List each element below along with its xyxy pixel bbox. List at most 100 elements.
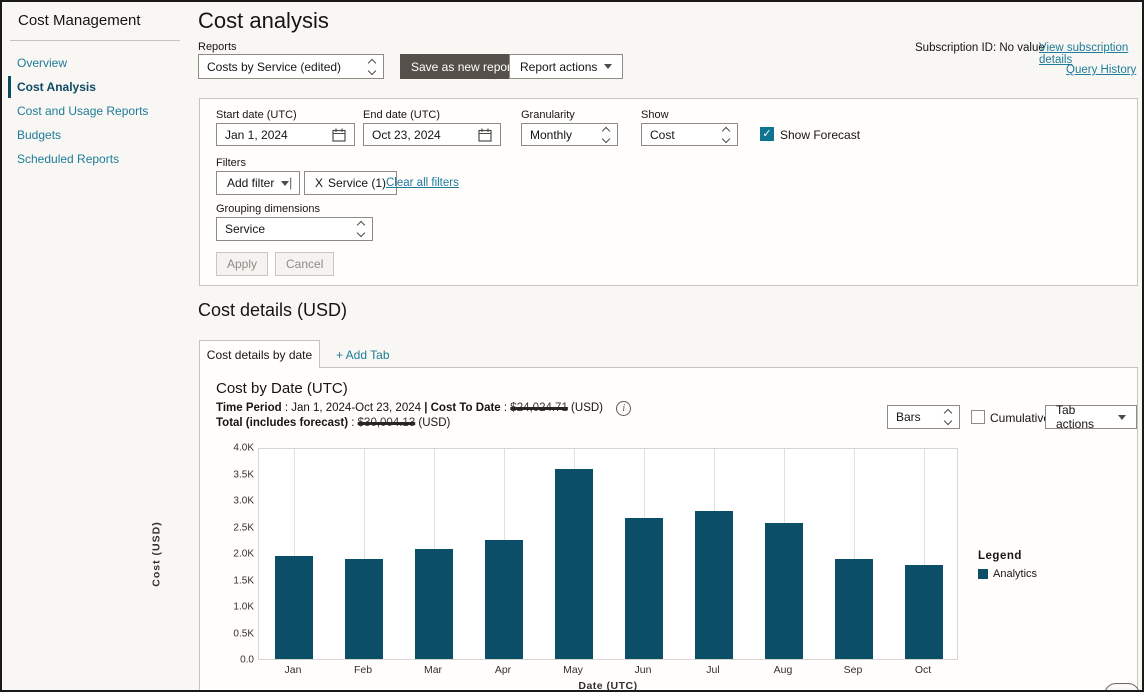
y-tick-label: 2.0K [233,548,254,560]
bar-oct[interactable] [905,565,943,659]
start-date-input[interactable]: Jan 1, 2024 [216,123,355,146]
sidebar-item-cost-usage-reports[interactable]: Cost and Usage Reports [8,100,148,122]
select-stepper-icon [943,408,953,426]
granularity-label: Granularity [521,109,575,121]
time-period-value: Jan 1, 2024-Oct 23, 2024 [291,402,422,414]
tab-cost-details-by-date[interactable]: Cost details by date [199,340,320,368]
cost-management-window: Cost Management Overview Cost Analysis C… [0,0,1144,692]
sidebar-divider [10,40,180,41]
plot-area[interactable] [258,448,958,660]
filters-panel: Start date (UTC) Jan 1, 2024 End date (U… [199,98,1138,286]
x-tick-label: Aug [773,664,793,676]
end-date-label: End date (UTC) [363,109,441,121]
bar-sep[interactable] [835,559,873,659]
x-tick-label: Oct [914,664,932,676]
y-tick-label: 0.5K [233,628,254,640]
legend-item-label: Analytics [993,568,1038,580]
chevron-down-icon [604,64,613,69]
x-tick-label: Apr [494,664,512,676]
sidebar-item-budgets[interactable]: Budgets [8,124,61,146]
cumulative-checkbox[interactable] [971,410,985,424]
cumulative-label: Cumulative [990,411,1051,425]
remove-filter-icon[interactable]: X [315,176,323,190]
tab-actions-button[interactable]: Tab actions [1045,403,1137,431]
bar-jul[interactable] [695,511,733,659]
select-stepper-icon [356,220,366,238]
report-actions-button[interactable]: Report actions [509,54,624,79]
sidebar-item-scheduled-reports[interactable]: Scheduled Reports [8,148,119,170]
legend-swatch-icon [978,569,988,579]
end-date-input[interactable]: Oct 23, 2024 [363,123,501,146]
sidebar-item-overview[interactable]: Overview [8,52,67,74]
bar-jan[interactable] [275,556,313,659]
x-tick-label: Sep [843,664,863,676]
add-tab-link[interactable]: + Add Tab [336,348,390,362]
subscription-id-text: Subscription ID: No value [915,42,1045,54]
y-tick-label: 0.0 [240,654,254,666]
y-tick-label: 2.5K [233,522,254,534]
reports-select-value: Costs by Service (edited) [207,59,342,74]
clear-all-filters-link[interactable]: Clear all filters [386,177,459,189]
bar-may[interactable] [555,469,593,659]
x-tick-label: Feb [353,664,373,676]
bar-aug[interactable] [765,523,803,659]
show-select[interactable]: Cost [641,123,738,146]
total-forecast-label: Total (includes forecast) [216,417,349,429]
filter-divider: | [289,175,293,190]
y-tick-label: 1.5K [233,575,254,587]
y-tick-label: 4.0K [233,442,254,454]
bar-mar[interactable] [415,549,453,659]
sidebar-title: Cost Management [18,12,141,29]
show-forecast-checkbox[interactable]: ✓ [760,127,774,141]
legend-item: Analytics [978,568,1037,580]
chart-meta-line2: Total (includes forecast) : $30,004.13 (… [216,417,451,429]
x-axis-title: Date (UTC) [578,680,638,692]
calendar-icon[interactable] [332,128,346,142]
cost-to-date-label: Cost To Date [430,402,501,414]
x-tick-label: Jun [634,664,652,676]
view-subscription-details-link[interactable]: View subscription details [1039,42,1142,66]
x-tick-label: May [563,664,583,676]
y-axis-title: Cost (USD) [150,521,163,587]
chart-title: Cost by Date (UTC) [216,380,348,397]
grouping-dimensions-label: Grouping dimensions [216,203,320,215]
cost-to-date-value: $24,024.71 [510,402,568,414]
chart-type-select[interactable]: Bars [887,405,960,429]
save-as-new-report-button[interactable]: Save as new report [400,54,526,79]
legend-title: Legend [978,550,1022,562]
x-tick-label: Mar [423,664,443,676]
time-period-label: Time Period [216,402,282,414]
chart-meta-line1: Time Period : Jan 1, 2024-Oct 23, 2024 |… [216,401,632,416]
page-title: Cost analysis [198,8,329,33]
bar-apr[interactable] [485,540,523,659]
y-tick-label: 3.5K [233,469,254,481]
apply-button[interactable]: Apply [216,252,269,276]
calendar-icon[interactable] [478,128,492,142]
cancel-button[interactable]: Cancel [275,252,335,276]
sidebar-item-cost-analysis[interactable]: Cost Analysis [8,76,96,98]
reports-label: Reports [198,41,237,53]
select-stepper-icon [721,126,731,144]
y-tick-label: 1.0K [233,601,254,613]
x-tick-label: Jul [706,664,720,676]
bar-feb[interactable] [345,559,383,659]
service-filter-chip[interactable]: X Service (1) [304,171,398,195]
x-axis-labels: Jan Feb Mar Apr May Jun Jul Aug Sep Oct [258,664,958,678]
y-axis-ticks: 4.0K 3.5K 3.0K 2.5K 2.0K 1.5K 1.0K 0.5K 0.0 [220,443,254,666]
scroll-button[interactable] [1104,683,1140,690]
grouping-dimensions-select[interactable]: Service [216,217,373,241]
select-stepper-icon [367,58,377,76]
y-tick-label: 3.0K [233,495,254,507]
select-stepper-icon [601,126,611,144]
start-date-label: Start date (UTC) [216,109,297,121]
check-icon: ✓ [762,127,772,140]
add-filter-button[interactable]: Add filter [216,171,301,195]
reports-select[interactable]: Costs by Service (edited) [198,54,384,79]
query-history-link[interactable]: Query History [1066,64,1136,76]
bar-jun[interactable] [625,518,663,659]
granularity-select[interactable]: Monthly [521,123,618,146]
filters-label: Filters [216,157,246,169]
x-tick-label: Jan [284,664,302,676]
show-label: Show [641,109,669,121]
info-icon[interactable]: i [616,401,632,416]
